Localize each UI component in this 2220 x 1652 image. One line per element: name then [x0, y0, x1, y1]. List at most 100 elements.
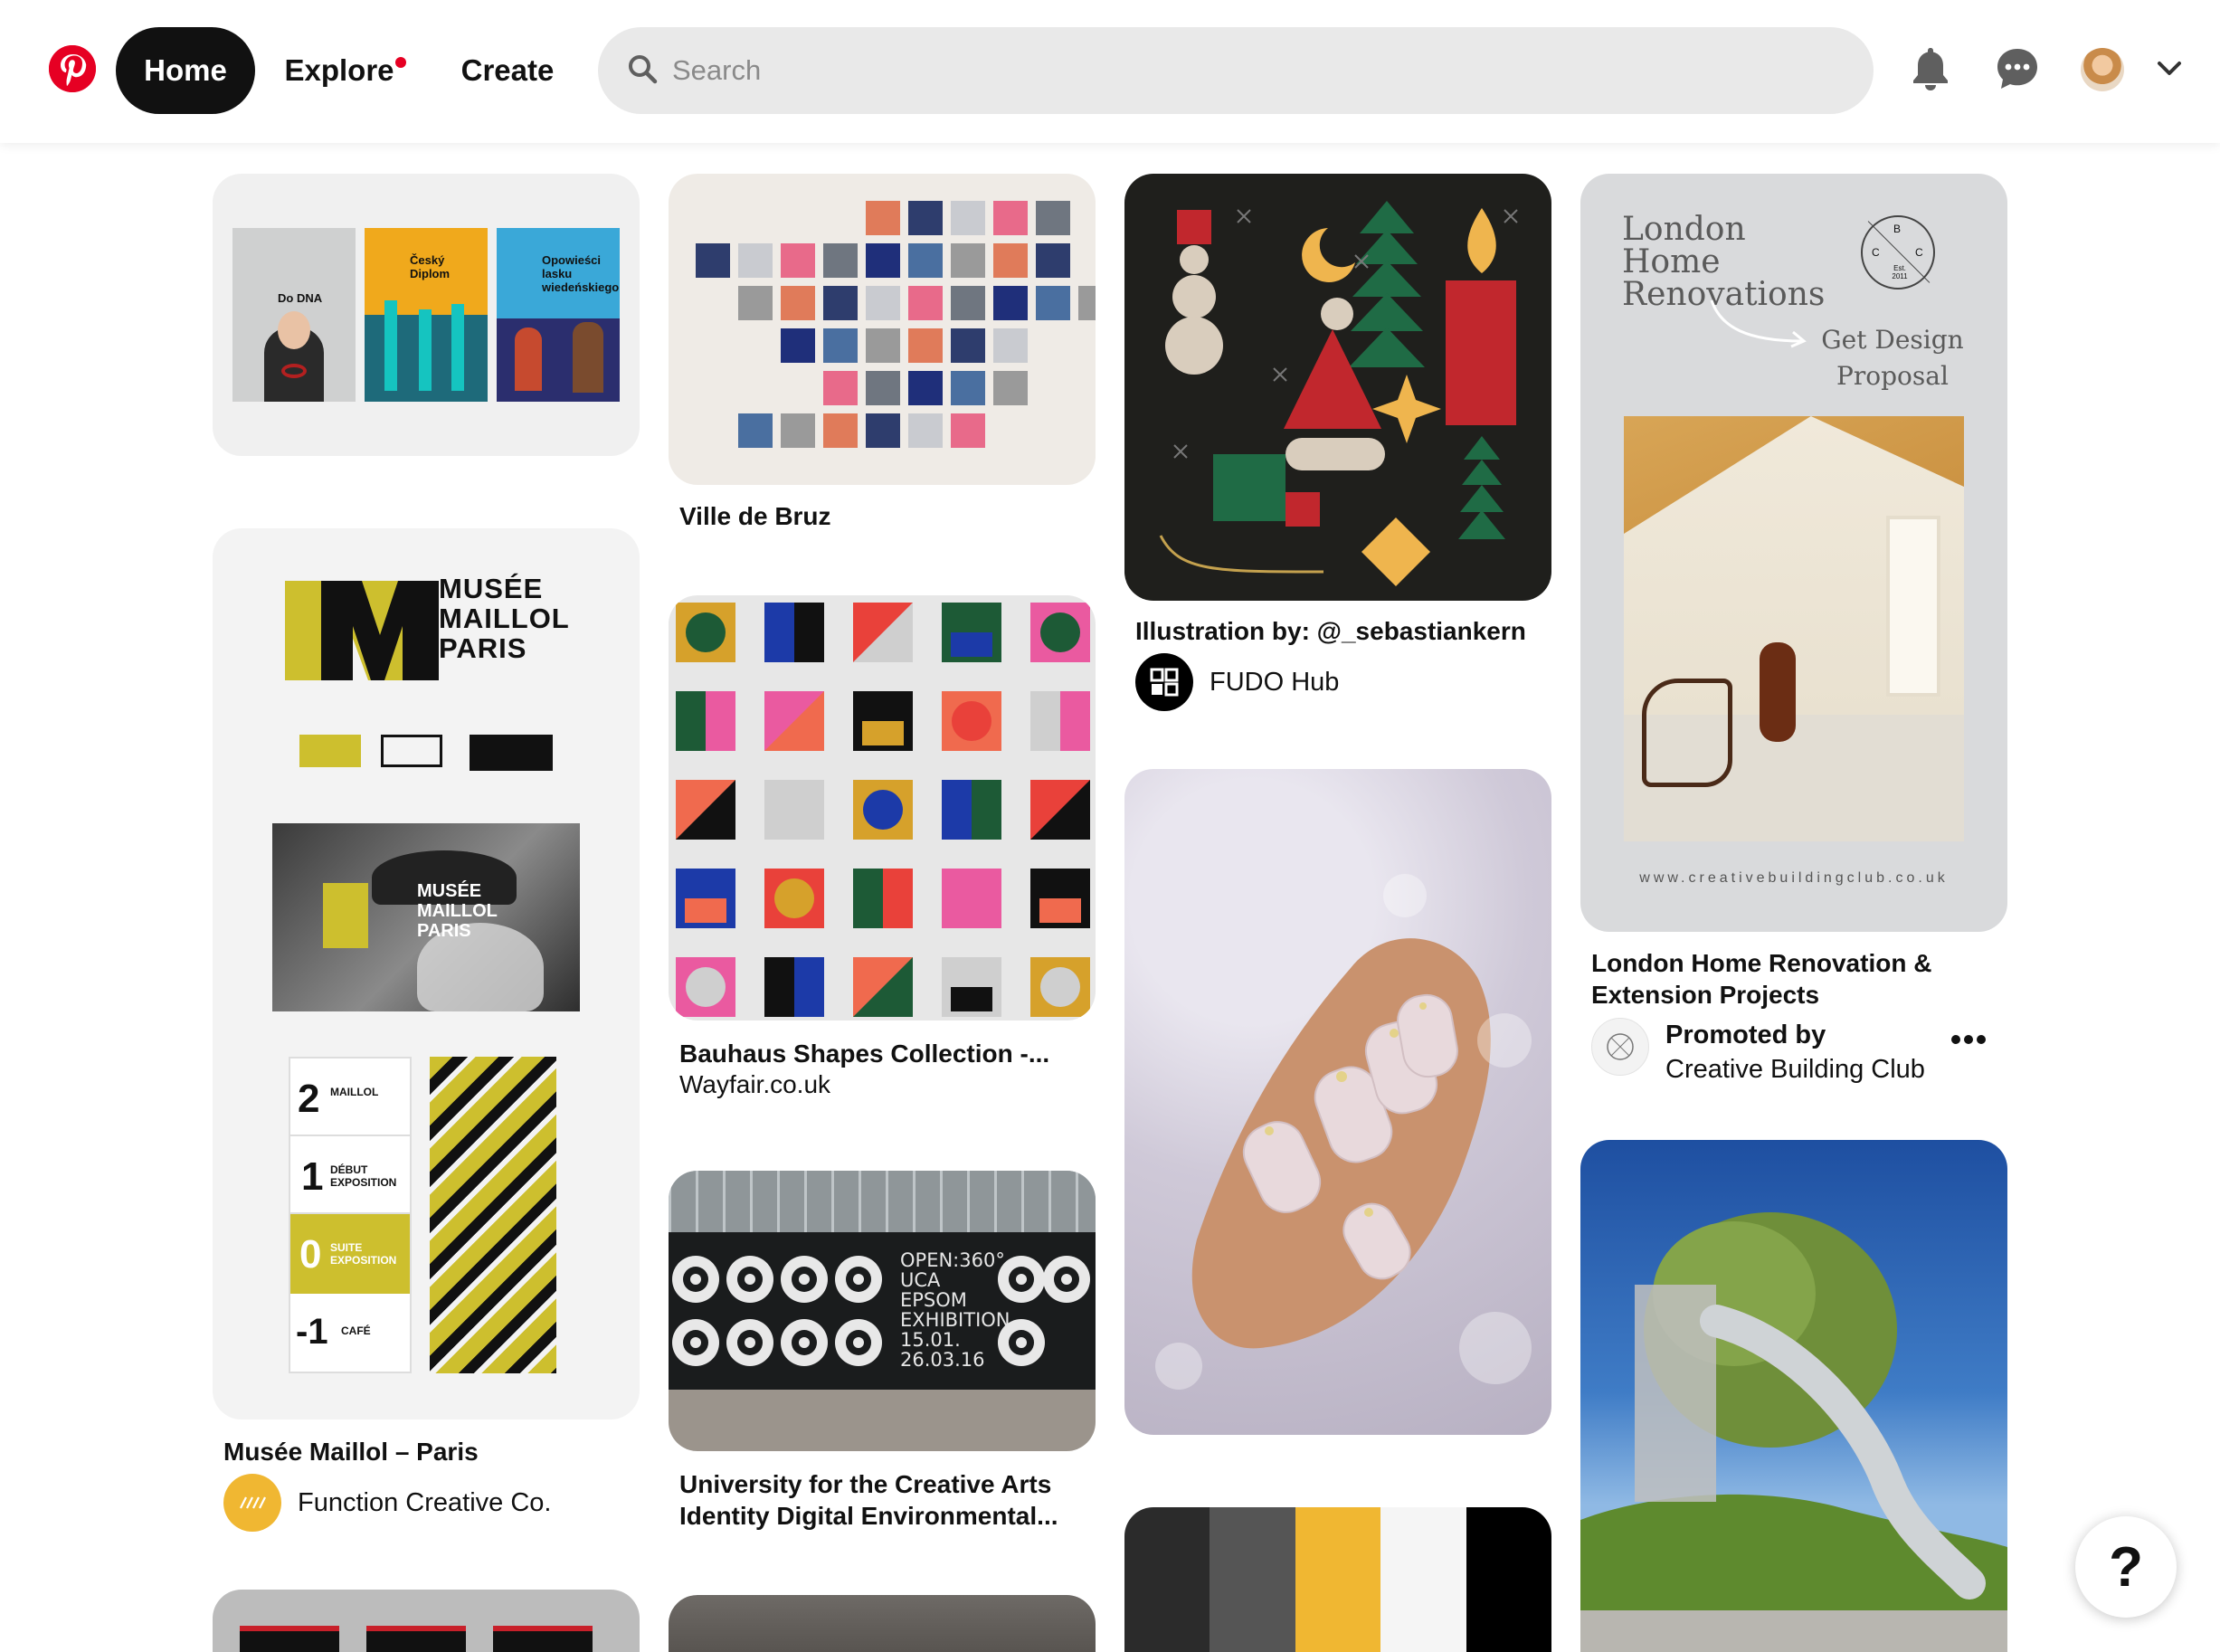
creator-name: Creative Building Club	[1665, 1055, 1925, 1084]
bruz-tile	[908, 243, 943, 278]
logo-variant-black	[470, 735, 553, 771]
bauhaus-tile	[942, 691, 1001, 751]
sign-row: 2 MAILLOL	[290, 1059, 410, 1136]
bauhaus-tile	[764, 957, 824, 1017]
bruz-tile	[908, 286, 943, 320]
bruz-tile	[1036, 243, 1070, 278]
pin-ville-de-bruz[interactable]	[669, 174, 1096, 485]
pin-creator[interactable]: FUDO Hub	[1135, 653, 1339, 711]
sign-row: 0 SUITE EXPOSITION	[290, 1214, 410, 1294]
chevron-down-icon[interactable]	[2144, 43, 2195, 94]
bruz-tile	[866, 286, 900, 320]
bruz-tile	[781, 413, 815, 448]
pin-partial[interactable]	[669, 1595, 1096, 1652]
search-icon	[627, 53, 658, 89]
pin-title[interactable]: Bauhaus Shapes Collection -...	[679, 1038, 1049, 1069]
bruz-tile	[951, 328, 985, 363]
pin-playground-photo[interactable]	[1580, 1140, 2007, 1652]
pin-bauhaus[interactable]	[669, 595, 1096, 1021]
pin-title[interactable]: Musée Maillol – Paris	[223, 1436, 479, 1467]
uca-circle-mark	[672, 1256, 719, 1303]
poster-image: Opowieści lasku wiedeńskiego	[497, 228, 620, 402]
playground-image	[1580, 1212, 2007, 1652]
bruz-tile	[993, 201, 1028, 235]
bauhaus-tile	[676, 869, 735, 928]
pin-creator[interactable]: Function Creative Co.	[223, 1474, 551, 1532]
pin-illustration[interactable]	[1124, 174, 1551, 601]
palette-swatch	[1466, 1507, 1551, 1652]
bruz-tile	[866, 328, 900, 363]
sign-row: 1 DÉBUT EXPOSITION	[290, 1136, 410, 1214]
pin-nails-photo[interactable]	[1124, 769, 1551, 1435]
pin-title[interactable]: University for the Creative Arts Identit…	[679, 1468, 1068, 1532]
room-photo	[1624, 416, 1964, 841]
bauhaus-tile	[853, 603, 913, 662]
pin-title[interactable]: Illustration by: @_sebastiankern	[1135, 615, 1526, 647]
creator-name: Function Creative Co.	[298, 1487, 552, 1517]
bruz-tile	[951, 243, 985, 278]
building-roof	[669, 1171, 1096, 1232]
bruz-tile	[738, 286, 773, 320]
help-button[interactable]: ?	[2075, 1516, 2177, 1618]
ad-url: www.creativebuildingclub.co.uk	[1639, 870, 1949, 886]
bauhaus-tile	[853, 869, 913, 928]
palette-swatch	[1210, 1507, 1295, 1652]
bruz-tile	[781, 243, 815, 278]
pin-title[interactable]: London Home Renovation & Extension Proje…	[1591, 947, 1971, 1011]
bauhaus-tile	[676, 691, 735, 751]
bauhaus-tile	[764, 780, 824, 840]
bauhaus-tile	[1030, 691, 1090, 751]
uca-window-text: OPEN:360° UCA EPSOM EXHIBITION 15.01. 26…	[900, 1249, 1010, 1371]
search-bar[interactable]	[598, 27, 1874, 114]
notification-dot	[395, 57, 406, 68]
palette-stripes	[1124, 1507, 1551, 1652]
bruz-tile	[951, 286, 985, 320]
bruz-tile	[993, 286, 1028, 320]
poster-image: Do DNA	[232, 228, 356, 402]
bruz-tile	[738, 413, 773, 448]
pin-color-palette[interactable]	[1124, 1507, 1551, 1652]
bruz-tile	[951, 413, 985, 448]
creator-avatar	[223, 1474, 281, 1532]
search-input[interactable]	[672, 54, 1803, 87]
bruz-tile	[866, 201, 900, 235]
poster-title: Do DNA	[278, 291, 323, 305]
bruz-tile	[908, 328, 943, 363]
top-nav-bar: Home Explore Create	[0, 0, 2220, 143]
pin-london-home-ad[interactable]: London Home Renovations B C C Est. 2011 …	[1580, 174, 2007, 932]
bauhaus-tile	[853, 780, 913, 840]
bruz-tile	[823, 243, 858, 278]
more-options-icon[interactable]	[1950, 1033, 1987, 1050]
pin-title[interactable]: Ville de Bruz	[679, 500, 831, 532]
promoted-label: Promoted by	[1665, 1021, 1826, 1049]
bauhaus-tile	[676, 780, 735, 840]
pin-polish-posters[interactable]: Do DNA Český Diplom Opowieści lasku wied…	[213, 174, 640, 456]
pinterest-logo-icon[interactable]	[49, 45, 96, 92]
bruz-tile	[781, 328, 815, 363]
maillol-pattern-banner	[430, 1057, 556, 1373]
uca-circle-mark	[672, 1319, 719, 1366]
pin-uca[interactable]: OPEN:360° UCA EPSOM EXHIBITION 15.01. 26…	[669, 1171, 1096, 1451]
pin-promoter[interactable]: Promoted by Creative Building Club	[1591, 1018, 1925, 1087]
bruz-tile	[908, 371, 943, 405]
user-avatar[interactable]	[2081, 48, 2124, 91]
explore-tab[interactable]: Explore	[271, 27, 407, 114]
pin-partial[interactable]	[213, 1590, 640, 1652]
messages-icon[interactable]	[1992, 43, 2043, 94]
bauhaus-tile	[1030, 957, 1090, 1017]
pin-source[interactable]: Wayfair.co.uk	[679, 1069, 830, 1100]
bauhaus-tile	[764, 869, 824, 928]
bruz-tile	[1036, 201, 1070, 235]
bauhaus-tile	[676, 603, 735, 662]
bruz-tile	[781, 286, 815, 320]
bruz-tile	[823, 371, 858, 405]
bruz-tile	[696, 243, 730, 278]
notifications-bell-icon[interactable]	[1905, 43, 1956, 94]
home-tab[interactable]: Home	[116, 27, 255, 114]
wayfinding-sign: 2 MAILLOL 1 DÉBUT EXPOSITION 0 SUITE EXP…	[289, 1057, 412, 1373]
create-tab[interactable]: Create	[449, 27, 566, 114]
bruz-tile	[951, 201, 985, 235]
bruz-tile	[1078, 286, 1096, 320]
pin-musee-maillol[interactable]: MUSÉE MAILLOL PARIS MUSÉE MAILLOL PARIS …	[213, 528, 640, 1419]
nails-image	[1155, 874, 1532, 1390]
